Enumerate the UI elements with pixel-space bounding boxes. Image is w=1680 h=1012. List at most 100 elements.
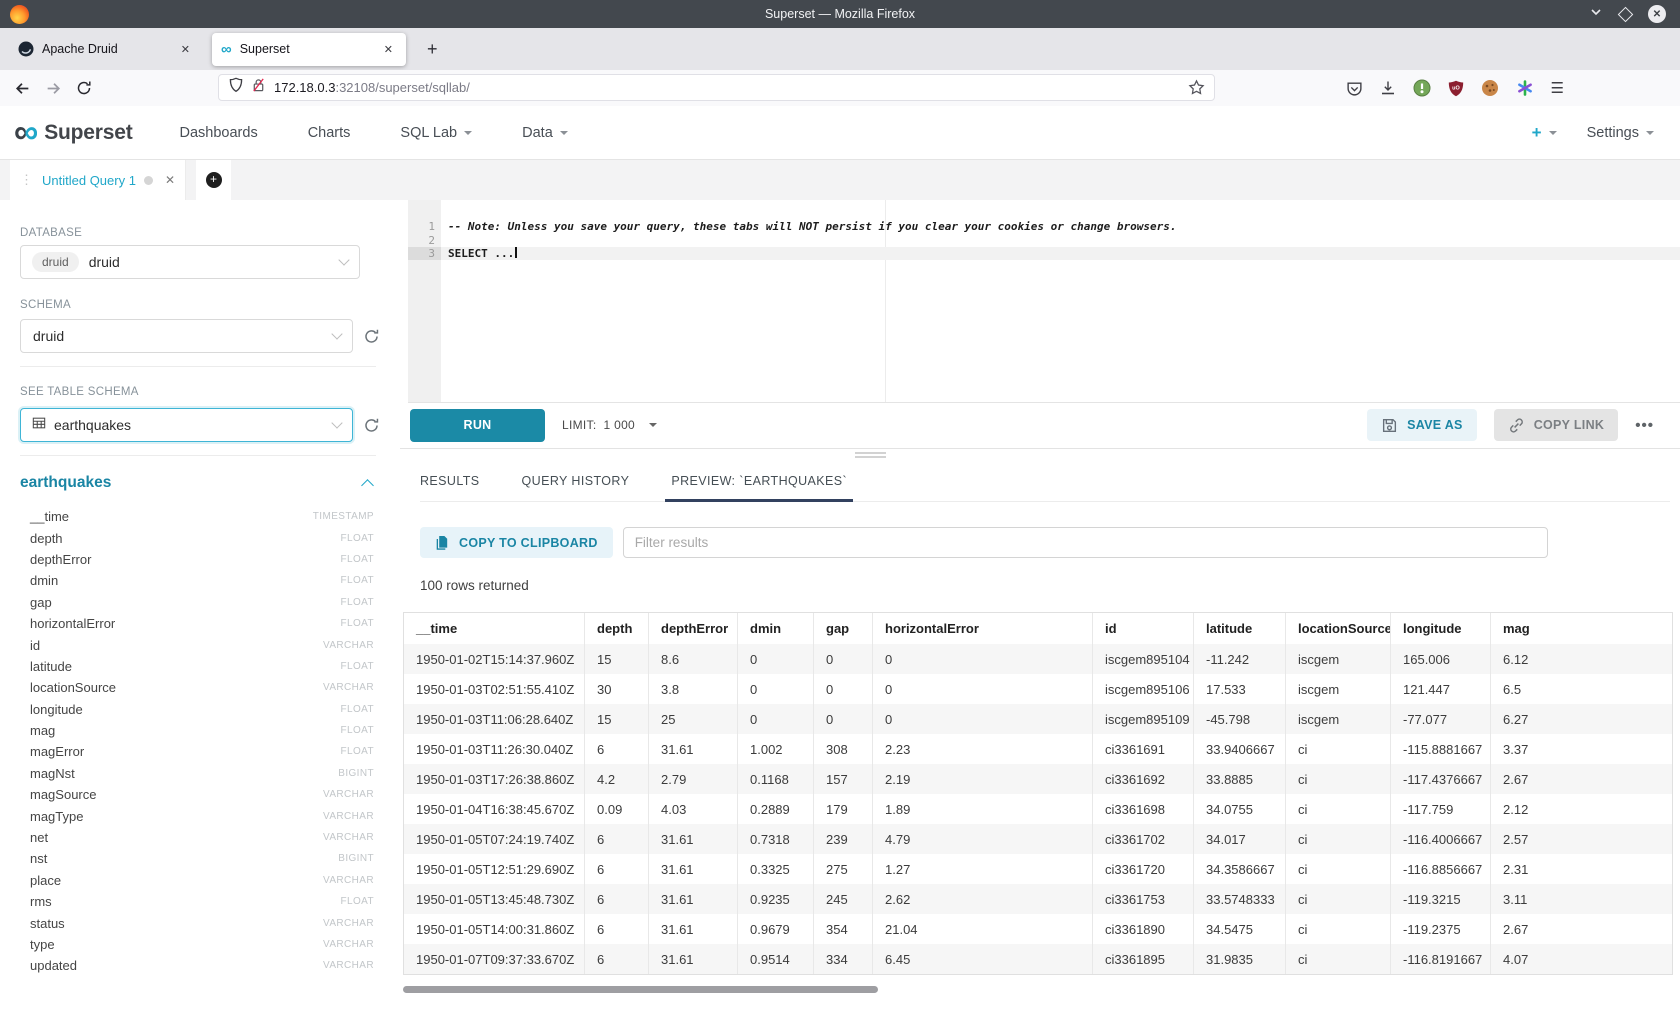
url-bar[interactable]: 172.18.0.3:32108/superset/sqllab/ xyxy=(218,74,1215,101)
pocket-icon[interactable] xyxy=(1346,80,1363,97)
save-icon xyxy=(1381,417,1398,434)
schema-column-name: nst xyxy=(30,851,47,866)
results-column-header[interactable]: __time xyxy=(404,613,585,644)
table-cell: 31.61 xyxy=(649,734,738,764)
schema-column-type: VARCHAR xyxy=(323,875,374,886)
horizontal-scrollbar[interactable] xyxy=(403,986,878,993)
table-cell: 2.62 xyxy=(873,884,1093,914)
pane-resize-handle[interactable] xyxy=(855,450,886,458)
query-tab-close-icon[interactable]: ✕ xyxy=(165,173,175,187)
copy-to-clipboard-button[interactable]: COPY TO CLIPBOARD xyxy=(420,527,613,558)
results-column-header[interactable]: depth xyxy=(585,613,649,644)
svg-text:uO: uO xyxy=(1452,85,1460,91)
table-cell: 33.8885 xyxy=(1194,764,1286,794)
run-button[interactable]: RUN xyxy=(410,409,545,442)
tab-close-icon[interactable]: ✕ xyxy=(380,42,397,57)
table-header-row: __timedepthdepthErrordmingaphorizontalEr… xyxy=(404,613,1672,644)
schema-select[interactable]: druid xyxy=(20,319,353,353)
sql-editor[interactable]: 1-- Note: Unless you save your query, th… xyxy=(408,200,1680,403)
results-column-header[interactable]: latitude xyxy=(1194,613,1286,644)
results-column-header[interactable]: mag xyxy=(1491,613,1672,644)
table-cell: 0 xyxy=(738,674,814,704)
database-select[interactable]: druid druid xyxy=(20,245,360,279)
browser-tab-title: Superset xyxy=(240,42,380,56)
cookie-icon[interactable] xyxy=(1481,79,1499,97)
schema-column-type: FLOAT xyxy=(341,661,374,672)
results-column-header[interactable]: dmin xyxy=(738,613,814,644)
add-query-tab-button[interactable]: + xyxy=(196,160,231,200)
table-cell: 0 xyxy=(873,644,1093,674)
tab-results[interactable]: RESULTS xyxy=(420,460,480,501)
table-row: 1950-01-05T13:45:48.730Z631.610.92352452… xyxy=(404,884,1672,914)
schema-column-type: VARCHAR xyxy=(323,918,374,929)
table-schema-panel-header[interactable]: earthquakes xyxy=(20,474,372,492)
window-minimize-icon[interactable] xyxy=(1589,5,1603,24)
collapse-chevron-icon[interactable] xyxy=(361,479,374,492)
new-tab-button[interactable]: + xyxy=(418,37,447,62)
nav-item-dashboards[interactable]: Dashboards xyxy=(155,125,283,141)
refresh-tables-icon[interactable] xyxy=(363,417,380,434)
browser-tab-apache-druid[interactable]: Apache Druid ✕ xyxy=(9,33,203,66)
tab-preview-earthquakes[interactable]: PREVIEW: `EARTHQUAKES` xyxy=(671,460,847,501)
window-title: Superset — Mozilla Firefox xyxy=(0,7,1680,21)
table-cell: iscgem895109 xyxy=(1093,704,1194,734)
reload-icon[interactable] xyxy=(76,80,92,96)
extension-asterisk-icon[interactable] xyxy=(1516,79,1534,97)
tab-query-history[interactable]: QUERY HISTORY xyxy=(522,460,630,501)
window-close-icon[interactable]: ✕ xyxy=(1648,5,1666,23)
drag-handle-icon[interactable]: ⋮ xyxy=(20,172,33,188)
schema-column-row: magFLOAT xyxy=(20,720,380,741)
nav-item-data[interactable]: Data xyxy=(497,125,593,141)
query-tab-untitled[interactable]: ⋮ Untitled Query 1 ✕ xyxy=(10,160,186,200)
menu-hamburger-icon[interactable]: ☰ xyxy=(1551,79,1564,97)
ublock-shield-icon[interactable]: uO xyxy=(1448,80,1464,97)
window-maximize-icon[interactable] xyxy=(1618,6,1634,22)
editor-line[interactable]: 3SELECT ... xyxy=(408,247,1680,260)
table-select[interactable]: earthquakes xyxy=(20,408,353,442)
back-icon[interactable] xyxy=(14,80,31,97)
superset-logo[interactable]: ∞ Superset xyxy=(14,119,133,146)
download-icon[interactable] xyxy=(1380,80,1396,96)
browser-tab-superset[interactable]: ∞ Superset ✕ xyxy=(212,33,406,66)
results-column-header[interactable]: id xyxy=(1093,613,1194,644)
sql-editor-lines: 1-- Note: Unless you save your query, th… xyxy=(408,220,1680,260)
chevron-down-icon xyxy=(331,328,342,339)
more-options-icon[interactable]: ••• xyxy=(1635,417,1654,434)
copy-link-button[interactable]: COPY LINK xyxy=(1494,409,1619,441)
forward-icon[interactable] xyxy=(45,80,62,97)
schema-column-type: FLOAT xyxy=(341,896,374,907)
shield-icon[interactable] xyxy=(228,77,244,98)
extension-green-icon[interactable] xyxy=(1413,79,1431,97)
schema-column-name: latitude xyxy=(30,659,72,674)
settings-menu[interactable]: Settings xyxy=(1587,125,1654,141)
chevron-down-icon xyxy=(560,131,568,135)
save-as-button[interactable]: SAVE AS xyxy=(1367,409,1477,441)
schema-column-type: VARCHAR xyxy=(323,789,374,800)
tab-close-icon[interactable]: ✕ xyxy=(177,42,194,57)
table-cell: 4.03 xyxy=(649,794,738,824)
table-cell: 2.31 xyxy=(1491,854,1672,884)
schema-column-name: gap xyxy=(30,595,52,610)
filter-results-input[interactable] xyxy=(623,527,1548,558)
results-column-header[interactable]: horizontalError xyxy=(873,613,1093,644)
table-cell: 6.5 xyxy=(1491,674,1672,704)
results-column-header[interactable]: longitude xyxy=(1391,613,1491,644)
nav-item-sql-lab[interactable]: SQL Lab xyxy=(375,125,497,141)
url-text[interactable]: 172.18.0.3:32108/superset/sqllab/ xyxy=(274,80,470,95)
nav-item-charts[interactable]: Charts xyxy=(283,125,376,141)
table-cell: iscgem xyxy=(1286,704,1391,734)
editor-line[interactable]: 2 xyxy=(408,233,1680,246)
results-column-header[interactable]: depthError xyxy=(649,613,738,644)
editor-line[interactable]: 1-- Note: Unless you save your query, th… xyxy=(408,220,1680,233)
refresh-schemas-icon[interactable] xyxy=(363,328,380,345)
table-cell: 30 xyxy=(585,674,649,704)
results-column-header[interactable]: gap xyxy=(814,613,873,644)
limit-dropdown[interactable]: LIMIT: 1 000 xyxy=(562,418,657,432)
lock-crossed-icon[interactable] xyxy=(251,77,266,98)
bookmark-star-icon[interactable] xyxy=(1188,79,1205,96)
table-cell: 31.61 xyxy=(649,944,738,974)
schema-column-name: id xyxy=(30,638,40,653)
results-column-header[interactable]: locationSource xyxy=(1286,613,1391,644)
new-plus-button[interactable]: + xyxy=(1532,123,1557,143)
editor-line-text: -- Note: Unless you save your query, the… xyxy=(441,220,1176,233)
